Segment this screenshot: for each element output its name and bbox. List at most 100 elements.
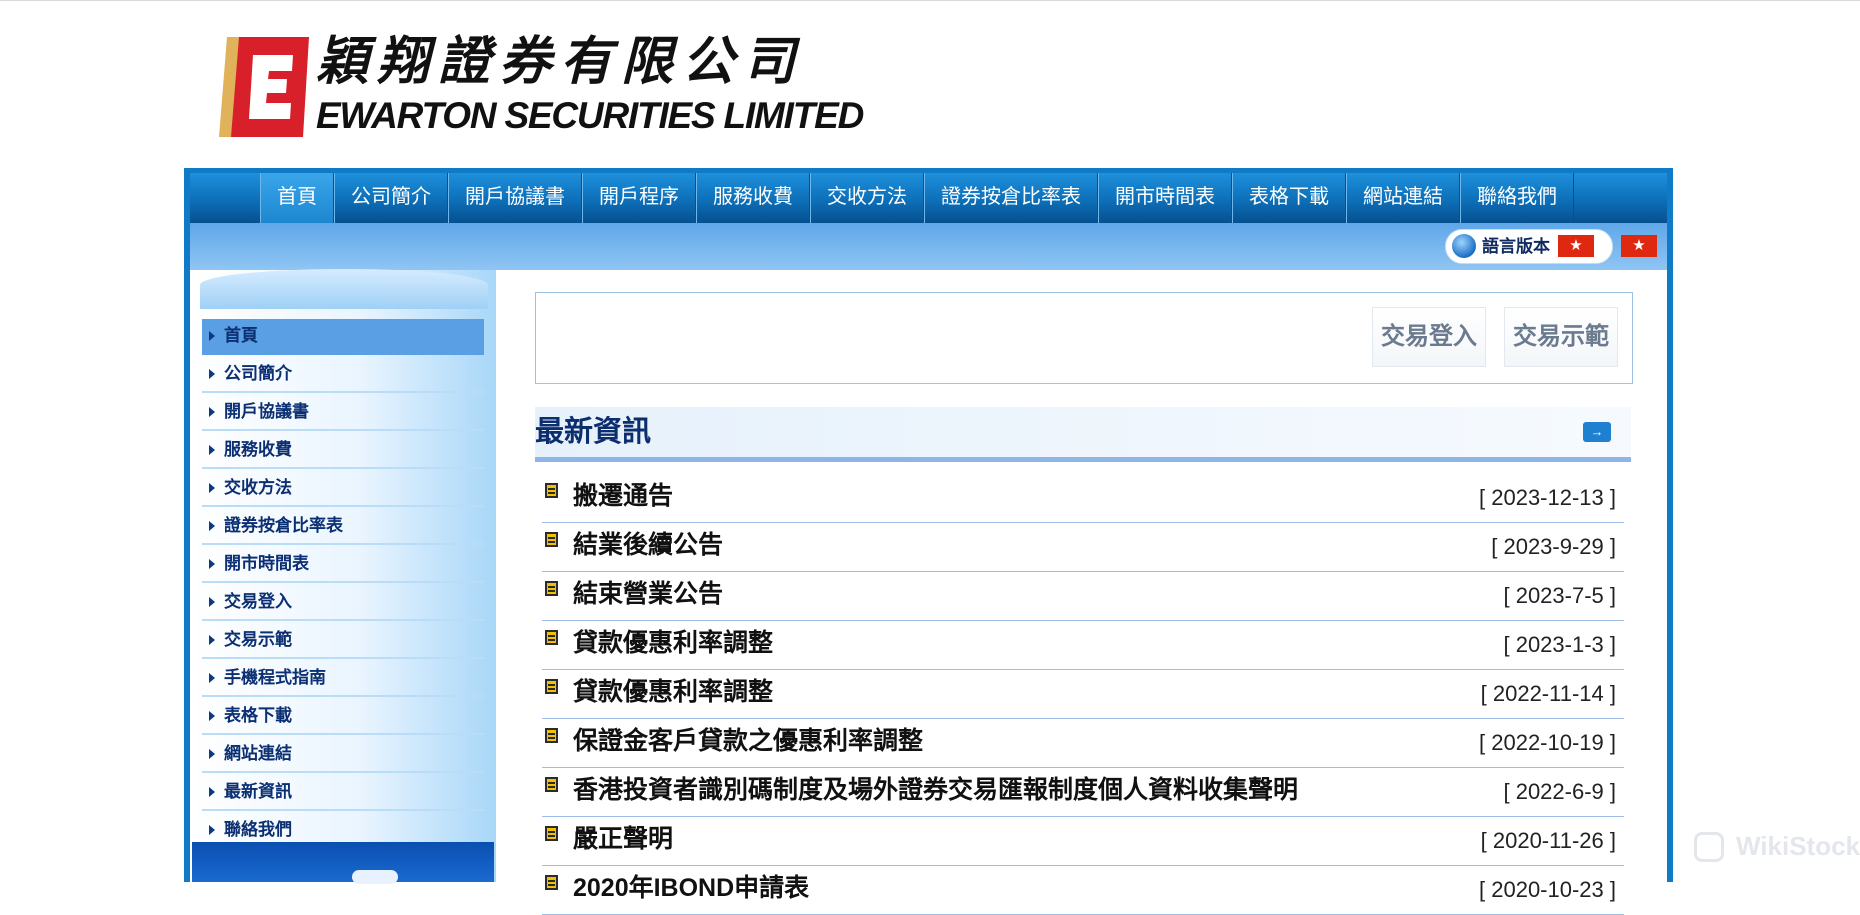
triangle-right-icon: [209, 749, 215, 759]
news-item-title[interactable]: 結束營業公告: [573, 576, 723, 612]
sidebar-item-label: 證券按倉比率表: [224, 516, 343, 535]
trade-login-button[interactable]: 交易登入: [1372, 307, 1486, 367]
nav-forms-download[interactable]: 表格下載: [1232, 173, 1346, 223]
language-switcher[interactable]: 語言版本 ★: [1445, 229, 1613, 264]
nav-contact-us[interactable]: 聯絡我們: [1460, 173, 1574, 223]
sidebar-item-label: 網站連結: [224, 744, 292, 763]
sidebar-item-label: 開戶協議書: [224, 402, 309, 421]
sidebar-item-margin-ratio-table[interactable]: 證券按倉比率表: [202, 509, 484, 545]
top-nav-items: 首頁 公司簡介 開戶協議書 開戶程序 服務收費 交收方法 證券按倉比率表 開市時…: [260, 173, 1574, 223]
news-item-date: [ 2023-9-29 ]: [1491, 534, 1616, 559]
sidebar-item-trade-demo[interactable]: 交易示範: [202, 623, 484, 659]
logo-e-icon: [219, 37, 309, 137]
document-icon: [545, 728, 558, 743]
more-arrow-icon[interactable]: →: [1583, 422, 1611, 442]
triangle-right-icon: [209, 597, 215, 607]
news-item-title[interactable]: 搬遷通告: [573, 478, 673, 514]
sidebar-item-trade-login[interactable]: 交易登入: [202, 585, 484, 621]
sidebar-item-label: 表格下載: [224, 706, 292, 725]
hk-flag-icon[interactable]: ★: [1558, 235, 1594, 257]
news-item-title[interactable]: 嚴正聲明: [573, 821, 673, 857]
sidebar-menu: 首頁 公司簡介 開戶協議書 服務收費 交收方法 證券按倉比率表 開市時間表 交易…: [202, 319, 484, 851]
nav-margin-ratio-table[interactable]: 證券按倉比率表: [924, 173, 1098, 223]
nav-service-fees[interactable]: 服務收費: [696, 173, 810, 223]
news-item-title[interactable]: 2020年IBOND申請表: [573, 870, 809, 906]
nav-home[interactable]: 首頁: [260, 173, 334, 223]
nav-website-links[interactable]: 網站連結: [1346, 173, 1460, 223]
document-icon: [545, 581, 558, 596]
sidebar-item-settlement-method[interactable]: 交收方法: [202, 471, 484, 507]
nav-account-agreement[interactable]: 開戶協議書: [448, 173, 582, 223]
logo-english-name: EWARTON SECURITIES LIMITED: [316, 95, 864, 136]
sidebar-header-decoration: [200, 269, 488, 309]
wikistock-watermark: WikiStock: [1694, 826, 1860, 866]
triangle-right-icon: [209, 635, 215, 645]
document-icon: [545, 777, 558, 792]
news-item-date: [ 2022-11-14 ]: [1480, 681, 1616, 706]
nav-market-hours[interactable]: 開市時間表: [1098, 173, 1232, 223]
document-icon: [545, 826, 558, 841]
sidebar-sky-image: [192, 842, 494, 884]
news-list: 搬遷通告 [ 2023-12-13 ] 結業後續公告 [ 2023-9-29 ] 結…: [542, 474, 1624, 915]
nav-company-profile[interactable]: 公司簡介: [334, 173, 448, 223]
news-item-date: [ 2020-10-23 ]: [1479, 877, 1616, 902]
watermark-text: WikiStock: [1736, 831, 1860, 861]
top-nav-bar: 首頁 公司簡介 開戶協議書 開戶程序 服務收費 交收方法 證券按倉比率表 開市時…: [190, 173, 1667, 223]
sidebar-item-home[interactable]: 首頁: [202, 319, 484, 355]
list-item[interactable]: 結業後續公告 [ 2023-9-29 ]: [542, 523, 1624, 572]
list-item[interactable]: 嚴正聲明 [ 2020-11-26 ]: [542, 817, 1624, 866]
list-item[interactable]: 貸款優惠利率調整 [ 2022-11-14 ]: [542, 670, 1624, 719]
triangle-right-icon: [209, 445, 215, 455]
sidebar-item-label: 交易示範: [224, 630, 292, 649]
document-icon: [545, 875, 558, 890]
triangle-right-icon: [209, 673, 215, 683]
sidebar-item-label: 開市時間表: [224, 554, 309, 573]
news-section-title: 最新資訊: [535, 416, 652, 448]
company-logo[interactable]: 穎翔證券有限公司 EWARTON SECURITIES LIMITED: [213, 31, 864, 143]
sidebar-item-service-fees[interactable]: 服務收費: [202, 433, 484, 469]
triangle-right-icon: [209, 787, 215, 797]
sidebar-item-company-profile[interactable]: 公司簡介: [202, 357, 484, 393]
triangle-right-icon: [209, 825, 215, 835]
globe-icon: [1452, 234, 1476, 258]
language-label: 語言版本: [1482, 237, 1550, 256]
news-item-title[interactable]: 香港投資者識別碼制度及場外證券交易匯報制度個人資料收集聲明: [573, 772, 1298, 808]
news-item-date: [ 2023-7-5 ]: [1503, 583, 1616, 608]
news-item-date: [ 2020-11-26 ]: [1480, 828, 1616, 853]
sidebar-item-label: 服務收費: [224, 440, 292, 459]
list-item[interactable]: 貸款優惠利率調整 [ 2023-1-3 ]: [542, 621, 1624, 670]
news-item-date: [ 2023-12-13 ]: [1479, 485, 1616, 510]
document-icon: [545, 483, 558, 498]
news-item-date: [ 2022-10-19 ]: [1479, 730, 1616, 755]
sidebar-item-latest-news[interactable]: 最新資訊: [202, 775, 484, 811]
list-item[interactable]: 保證金客戶貸款之優惠利率調整 [ 2022-10-19 ]: [542, 719, 1624, 768]
sidebar-item-label: 最新資訊: [224, 782, 292, 801]
list-item[interactable]: 香港投資者識別碼制度及場外證券交易匯報制度個人資料收集聲明 [ 2022-6-9 …: [542, 768, 1624, 817]
nav-settlement-method[interactable]: 交收方法: [810, 173, 924, 223]
triangle-right-icon: [209, 331, 215, 341]
wikistock-logo-icon: [1694, 832, 1724, 862]
news-item-date: [ 2022-6-9 ]: [1503, 779, 1616, 804]
trade-demo-button[interactable]: 交易示範: [1504, 307, 1618, 367]
sidebar-item-market-hours[interactable]: 開市時間表: [202, 547, 484, 583]
sidebar-item-label: 首頁: [224, 326, 258, 345]
triangle-right-icon: [209, 483, 215, 493]
news-header-divider: [535, 457, 1631, 462]
list-item[interactable]: 搬遷通告 [ 2023-12-13 ]: [542, 474, 1624, 523]
news-item-title[interactable]: 貸款優惠利率調整: [573, 674, 773, 710]
news-item-title[interactable]: 貸款優惠利率調整: [573, 625, 773, 661]
news-item-title[interactable]: 保證金客戶貸款之優惠利率調整: [573, 723, 923, 759]
sidebar-item-account-agreement[interactable]: 開戶協議書: [202, 395, 484, 431]
nav-account-procedure[interactable]: 開戶程序: [582, 173, 696, 223]
news-item-title[interactable]: 結業後續公告: [573, 527, 723, 563]
sidebar-item-website-links[interactable]: 網站連結: [202, 737, 484, 773]
list-item[interactable]: 2020年IBOND申請表 [ 2020-10-23 ]: [542, 866, 1624, 915]
trade-links-box: 交易登入 交易示範: [535, 292, 1633, 384]
top-border: [0, 0, 1860, 1]
sidebar-item-mobile-app-guide[interactable]: 手機程式指南: [202, 661, 484, 697]
hk-flag-icon-alt[interactable]: ★: [1621, 235, 1657, 257]
sidebar-item-forms-download[interactable]: 表格下載: [202, 699, 484, 735]
sidebar-item-label: 手機程式指南: [224, 668, 326, 687]
logo-chinese-name: 穎翔證券有限公司: [316, 32, 805, 92]
list-item[interactable]: 結束營業公告 [ 2023-7-5 ]: [542, 572, 1624, 621]
